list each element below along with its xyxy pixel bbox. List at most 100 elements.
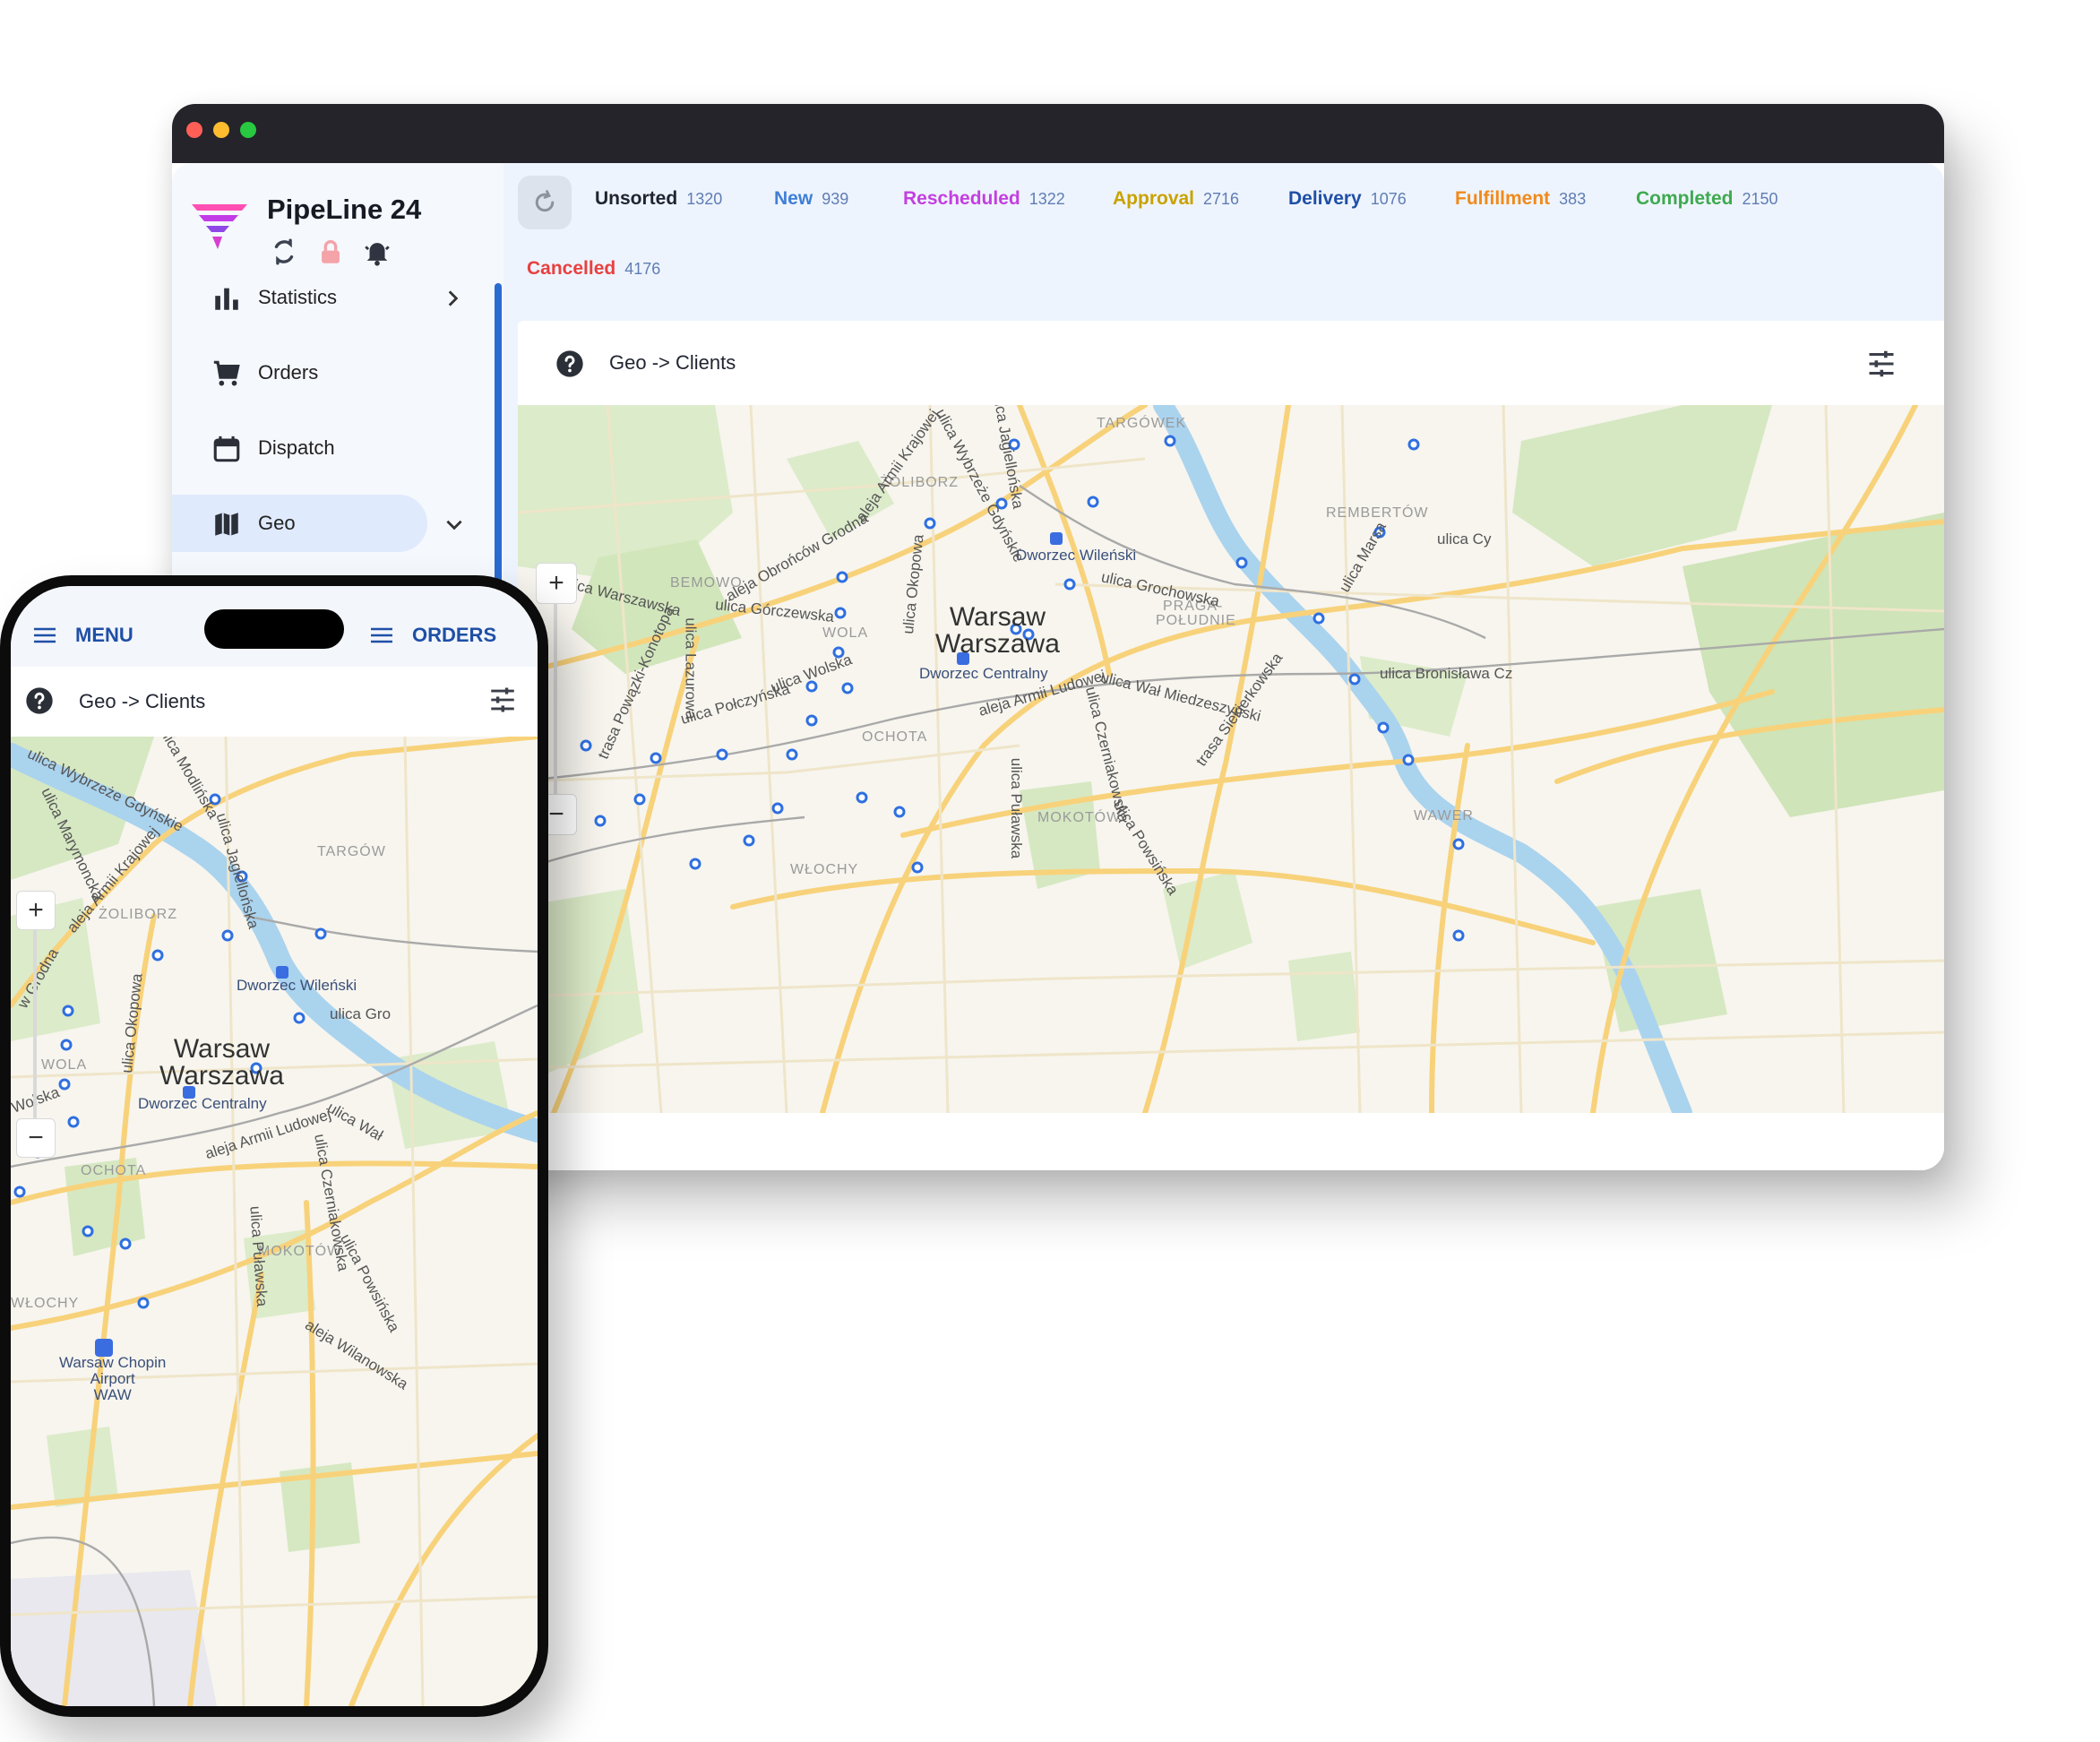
- status-count: 1322: [1028, 190, 1065, 208]
- phone-panel-title: Geo -> Clients: [79, 690, 206, 712]
- orders-button[interactable]: ORDERS: [371, 624, 496, 647]
- district-label: WŁOCHY: [11, 1296, 80, 1311]
- status-count: 939: [822, 190, 849, 208]
- status-label: Delivery: [1288, 188, 1362, 209]
- map-tiles: [518, 405, 1944, 1113]
- brand-actions: [269, 237, 392, 267]
- window-titlebar: [172, 104, 1944, 163]
- phone-map-zoom-control: + −: [16, 891, 56, 1158]
- sync-icon[interactable]: [269, 237, 299, 267]
- map-icon: [215, 513, 238, 536]
- city-name-en: Warsaw: [173, 1034, 271, 1064]
- status-label: New: [774, 188, 813, 209]
- district-label: WOLA: [822, 625, 869, 641]
- status-tab-delivery[interactable]: Delivery 1076: [1288, 188, 1407, 210]
- close-window-button[interactable]: [186, 122, 202, 138]
- main-content: Unsorted 1320 New 939 Rescheduled 1322 Appr…: [503, 163, 1944, 1170]
- sidebar-item-label: Orders: [258, 361, 319, 384]
- status-count: 1076: [1370, 190, 1407, 208]
- zoom-in-button[interactable]: +: [536, 563, 577, 604]
- pipeline-logo-icon: [192, 204, 247, 249]
- airport-name: Airport: [90, 1370, 135, 1387]
- map-city-label: Warsaw Warszawa: [159, 1036, 284, 1090]
- airport-label: Warsaw Chopin Airport WAW: [59, 1355, 166, 1403]
- calendar-icon: [213, 436, 240, 462]
- sidebar-item-orders[interactable]: Orders: [172, 344, 432, 401]
- status-tab-approval[interactable]: Approval 2716: [1113, 188, 1239, 210]
- status-tab-completed[interactable]: Completed 2150: [1636, 188, 1778, 210]
- help-icon[interactable]: [555, 349, 584, 378]
- sidebar-item-statistics[interactable]: Statistics: [172, 269, 459, 326]
- status-count: 383: [1559, 190, 1587, 208]
- status-tab-new[interactable]: New 939: [774, 188, 848, 210]
- city-name-pl: Warszawa: [159, 1061, 284, 1091]
- district-label: MOKOTÓW: [1037, 810, 1122, 825]
- sidebar-item-label: Geo: [258, 512, 296, 534]
- sidebar-item-label: Dispatch: [258, 436, 335, 459]
- district-label: OCHOTA: [862, 729, 928, 745]
- hamburger-icon: [371, 627, 392, 643]
- panel-header: Geo -> Clients: [518, 321, 1944, 405]
- airport-name: Warsaw Chopin: [59, 1354, 167, 1371]
- map-city-label: Warsaw Warszawa: [935, 604, 1060, 658]
- lock-icon[interactable]: [315, 237, 346, 267]
- phone-map-view[interactable]: Warsaw Warszawa ŻOLIBORZ TARGÓW WOLA OCHO…: [11, 737, 538, 1706]
- station-label: Dworzec Centralny: [919, 665, 1048, 682]
- bell-icon[interactable]: [362, 237, 392, 267]
- district-label: ŻOLIBORZ: [99, 907, 178, 922]
- station-label: Dworzec Wileński: [237, 977, 357, 994]
- minimize-window-button[interactable]: [213, 122, 229, 138]
- status-tab-fulfillment[interactable]: Fulfillment 383: [1455, 188, 1586, 210]
- refresh-button[interactable]: [518, 176, 572, 229]
- refresh-icon: [535, 190, 555, 212]
- menu-label: MENU: [75, 624, 133, 646]
- zoom-in-button[interactable]: +: [16, 891, 56, 930]
- phone-notch: [204, 609, 344, 649]
- status-label: Unsorted: [595, 188, 678, 209]
- street-label: ulica Gro: [330, 1005, 392, 1022]
- status-count: 1320: [686, 190, 723, 208]
- status-label: Approval: [1113, 188, 1195, 209]
- filter-settings-icon[interactable]: [487, 685, 518, 715]
- panel-title: Geo -> Clients: [609, 351, 736, 374]
- status-tab-cancelled[interactable]: Cancelled 4176: [527, 258, 660, 280]
- help-icon[interactable]: [25, 686, 54, 715]
- bar-chart-icon: [215, 288, 238, 310]
- status-count: 2716: [1203, 190, 1240, 208]
- status-tab-unsorted[interactable]: Unsorted 1320: [595, 188, 722, 210]
- station-label: Dworzec Centralny: [138, 1095, 267, 1112]
- district-label: OCHOTA: [81, 1163, 147, 1178]
- chevron-down-icon: [446, 520, 462, 530]
- zoom-slider[interactable]: [33, 930, 37, 1118]
- orders-label: ORDERS: [412, 624, 497, 646]
- maximize-window-button[interactable]: [240, 122, 256, 138]
- chevron-right-icon: [448, 290, 459, 306]
- hamburger-icon: [34, 627, 56, 643]
- sidebar-item-dispatch[interactable]: Dispatch: [172, 419, 432, 477]
- airport-code: WAW: [93, 1386, 132, 1403]
- street-label: ulica Puławska: [1008, 757, 1026, 859]
- status-label: Completed: [1636, 188, 1734, 209]
- station-label: Dworzec Wileński: [1016, 547, 1137, 564]
- status-count: 2150: [1742, 190, 1778, 208]
- status-tab-rescheduled[interactable]: Rescheduled 1322: [903, 188, 1065, 210]
- zoom-out-button[interactable]: −: [16, 1118, 56, 1158]
- district-label: WAWER: [1414, 808, 1474, 824]
- sidebar-item-geo[interactable]: Geo: [172, 495, 462, 552]
- district-label: REMBERTÓW: [1326, 505, 1429, 521]
- geo-panel: Geo -> Clients Warsaw Warszawa TARGÓWEK …: [518, 321, 1944, 1170]
- menu-button[interactable]: MENU: [34, 624, 133, 647]
- district-label: TARGÓWEK: [1097, 416, 1187, 431]
- sidebar-item-label: Statistics: [258, 286, 338, 308]
- city-name-en: Warsaw: [949, 602, 1046, 632]
- zoom-slider[interactable]: [554, 604, 557, 794]
- cart-icon: [213, 360, 240, 386]
- street-label: ulica Cy: [1437, 530, 1492, 548]
- brand-name: PipeLine 24: [267, 194, 422, 225]
- status-label: Rescheduled: [903, 188, 1020, 209]
- district-label: POŁUDNIE: [1156, 613, 1236, 628]
- city-name-pl: Warszawa: [935, 629, 1060, 659]
- map-view[interactable]: Warsaw Warszawa TARGÓWEK ŻOLIBORZ REMBERT…: [518, 405, 1944, 1113]
- filter-settings-icon[interactable]: [1865, 348, 1898, 380]
- phone-frame: MENU ORDERS Geo -> Clients Warsaw Warsza…: [0, 575, 548, 1717]
